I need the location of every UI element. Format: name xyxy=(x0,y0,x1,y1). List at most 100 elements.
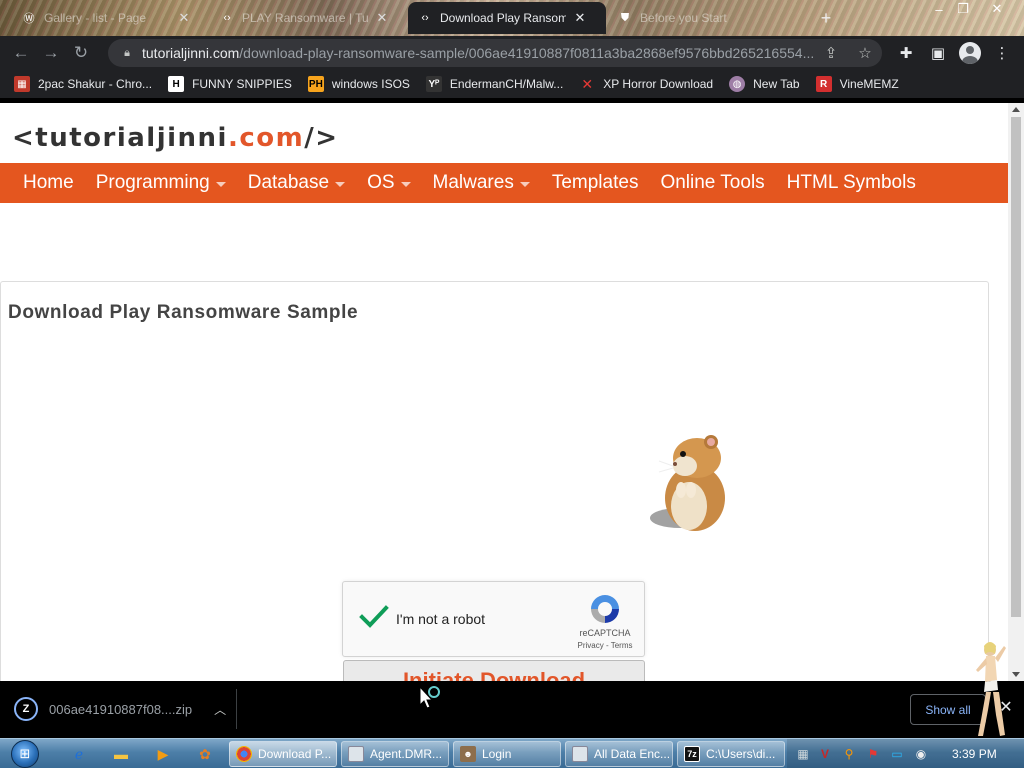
flag-icon[interactable]: ⚑ xyxy=(865,746,881,762)
minimize-button[interactable]: – xyxy=(928,0,950,18)
windows-logo-icon: ⊞ xyxy=(11,740,39,768)
task-chrome[interactable]: Download P... xyxy=(229,741,337,767)
7zip-file-icon: Z xyxy=(14,697,38,721)
privacy-terms-links[interactable]: Privacy - Terms xyxy=(573,641,637,650)
display-icon[interactable]: ▭ xyxy=(889,746,905,762)
tab-gallery[interactable]: Ⓦ Gallery - list - Page ✕ xyxy=(12,2,208,34)
site-logo[interactable]: <tutorialjinni.com/> xyxy=(12,123,339,153)
user-icon: ☻ xyxy=(460,746,476,762)
url-path: /download-play-ransomware-sample/006ae41… xyxy=(239,45,815,61)
bookmark-label: XP Horror Download xyxy=(603,77,714,91)
reload-button[interactable]: ↻ xyxy=(66,38,96,68)
maximize-button[interactable]: ❐ xyxy=(952,0,974,18)
share-icon[interactable]: ⇪ xyxy=(820,42,842,64)
antivirus-icon[interactable]: V xyxy=(817,746,833,762)
app-icon[interactable]: ✿ xyxy=(194,744,216,764)
forward-button[interactable]: → xyxy=(36,38,66,68)
nav-online-tools[interactable]: Online Tools xyxy=(649,172,775,194)
nav-label: Programming xyxy=(95,172,210,193)
code-icon: ‹› xyxy=(421,12,429,24)
internet-explorer-icon[interactable]: ℯ xyxy=(68,744,90,764)
tab-before-you-start[interactable]: ⛊ Before you Start xyxy=(608,2,804,34)
close-icon[interactable]: ✕ xyxy=(374,10,390,26)
initiate-download-button[interactable]: Initiate Download xyxy=(343,660,645,681)
scroll-down-icon[interactable] xyxy=(1012,672,1020,677)
bookmarks-bar: ▦ 2pac Shakur - Chro... H FUNNY SNIPPIES… xyxy=(0,70,1024,98)
logo-suffix: /> xyxy=(304,123,339,153)
url-text[interactable]: tutorialjinni.com/download-play-ransomwa… xyxy=(142,45,822,61)
scroll-thumb[interactable] xyxy=(1011,117,1021,617)
chevron-down-icon xyxy=(519,181,530,187)
bookmark-funny-snippies[interactable]: H FUNNY SNIPPIES xyxy=(168,76,292,92)
dancer-image xyxy=(976,642,1006,736)
recaptcha-brand: reCAPTCHA xyxy=(579,628,631,638)
globe-icon: ◍ xyxy=(729,76,746,92)
nav-label: Online Tools xyxy=(660,172,765,193)
profile-avatar[interactable] xyxy=(958,41,982,65)
web-page: <tutorialjinni.com/> Home Programming Da… xyxy=(0,103,1008,681)
page-title: Download Play Ransomware Sample xyxy=(8,302,359,323)
nav-templates[interactable]: Templates xyxy=(541,172,650,194)
captcha-label: I'm not a robot xyxy=(396,611,486,627)
nav-malwares[interactable]: Malwares xyxy=(422,172,541,194)
scroll-up-icon[interactable] xyxy=(1012,107,1020,112)
close-icon[interactable]: ✕ xyxy=(176,10,192,26)
tab-strip: Ⓦ Gallery - list - Page ✕ ‹› PLAY Ransom… xyxy=(0,0,1024,36)
media-player-icon[interactable]: ▶ xyxy=(152,744,174,764)
task-label: Agent.DMR... xyxy=(370,747,443,761)
new-tab-button[interactable]: + xyxy=(816,8,836,28)
tab-title: PLAY Ransomware | Tuto xyxy=(242,11,368,25)
download-item[interactable]: Z 006ae41910887f08....zip ︿ xyxy=(14,697,226,721)
extensions-icon[interactable]: ✚ xyxy=(894,41,918,65)
x-icon: ✕ xyxy=(581,75,594,92)
tab-title: Gallery - list - Page xyxy=(44,11,147,25)
checkmark-icon[interactable] xyxy=(359,604,389,630)
close-window-button[interactable]: ✕ xyxy=(986,0,1008,18)
nav-database[interactable]: Database xyxy=(237,172,356,194)
side-panel-icon[interactable]: ▣ xyxy=(926,41,950,65)
search-icon[interactable]: ⚲ xyxy=(841,746,857,762)
nav-home[interactable]: Home xyxy=(12,172,85,194)
back-button[interactable]: ← xyxy=(6,38,36,68)
nav-os[interactable]: OS xyxy=(356,172,421,194)
recaptcha-logo-icon xyxy=(591,595,619,623)
folder-icon[interactable]: ▬ xyxy=(110,744,132,764)
nav-label: Home xyxy=(23,172,74,193)
close-icon[interactable]: ✕ xyxy=(572,10,588,26)
bookmark-xp-horror[interactable]: ✕ XP Horror Download xyxy=(579,76,713,92)
volume-icon[interactable]: ◉ xyxy=(913,746,929,762)
task-all-data-encrypted[interactable]: All Data Enc... xyxy=(565,741,673,767)
wordpress-icon: Ⓦ xyxy=(23,13,35,25)
recaptcha-widget: I'm not a robot reCAPTCHA Privacy - Term… xyxy=(342,581,645,657)
clock[interactable]: 3:39 PM xyxy=(952,747,997,761)
address-bar[interactable]: 🔒︎ tutorialjinni.com/download-play-ranso… xyxy=(108,39,882,67)
tab-play-ransomware[interactable]: ‹› PLAY Ransomware | Tuto ✕ xyxy=(210,2,406,34)
tab-title: Download Play Ransomware xyxy=(440,11,566,25)
page-scrollbar[interactable] xyxy=(1008,103,1024,681)
bookmark-2pac[interactable]: ▦ 2pac Shakur - Chro... xyxy=(14,76,152,92)
chevron-down-icon xyxy=(400,181,411,187)
task-7zip-explorer[interactable]: 7z C:\Users\di... xyxy=(677,741,785,767)
task-label: Download P... xyxy=(258,747,332,761)
chevron-up-icon[interactable]: ︿ xyxy=(214,701,226,718)
bookmark-star-icon[interactable]: ☆ xyxy=(854,42,876,64)
menu-kebab-icon[interactable]: ⋮ xyxy=(990,41,1014,65)
task-agent-dmr[interactable]: Agent.DMR... xyxy=(341,741,449,767)
nav-html-symbols[interactable]: HTML Symbols xyxy=(776,172,927,194)
nav-label: Database xyxy=(247,172,330,193)
task-login[interactable]: ☻ Login xyxy=(453,741,561,767)
tab-download-play-ransomware[interactable]: ‹› Download Play Ransomware ✕ xyxy=(408,2,606,34)
network-icon[interactable]: ▦ xyxy=(795,746,811,762)
window-icon xyxy=(348,746,364,762)
bookmark-label: windows ISOS xyxy=(331,77,410,91)
bookmark-windows-isos[interactable]: PH windows ISOS xyxy=(307,76,410,92)
bookmark-endermanch[interactable]: Yᴾ EndermanCH/Malw... xyxy=(425,76,563,92)
logo-tld: .com xyxy=(227,123,305,153)
task-label: C:\Users\di... xyxy=(706,747,776,761)
bookmark-vinememz[interactable]: R VineMEMZ xyxy=(815,76,899,92)
start-button[interactable]: ⊞ xyxy=(6,739,44,768)
bookmark-new-tab[interactable]: ◍ New Tab xyxy=(729,76,800,92)
bookmark-label: New Tab xyxy=(753,77,800,91)
nav-programming[interactable]: Programming xyxy=(85,172,237,194)
task-label: All Data Enc... xyxy=(594,747,671,761)
